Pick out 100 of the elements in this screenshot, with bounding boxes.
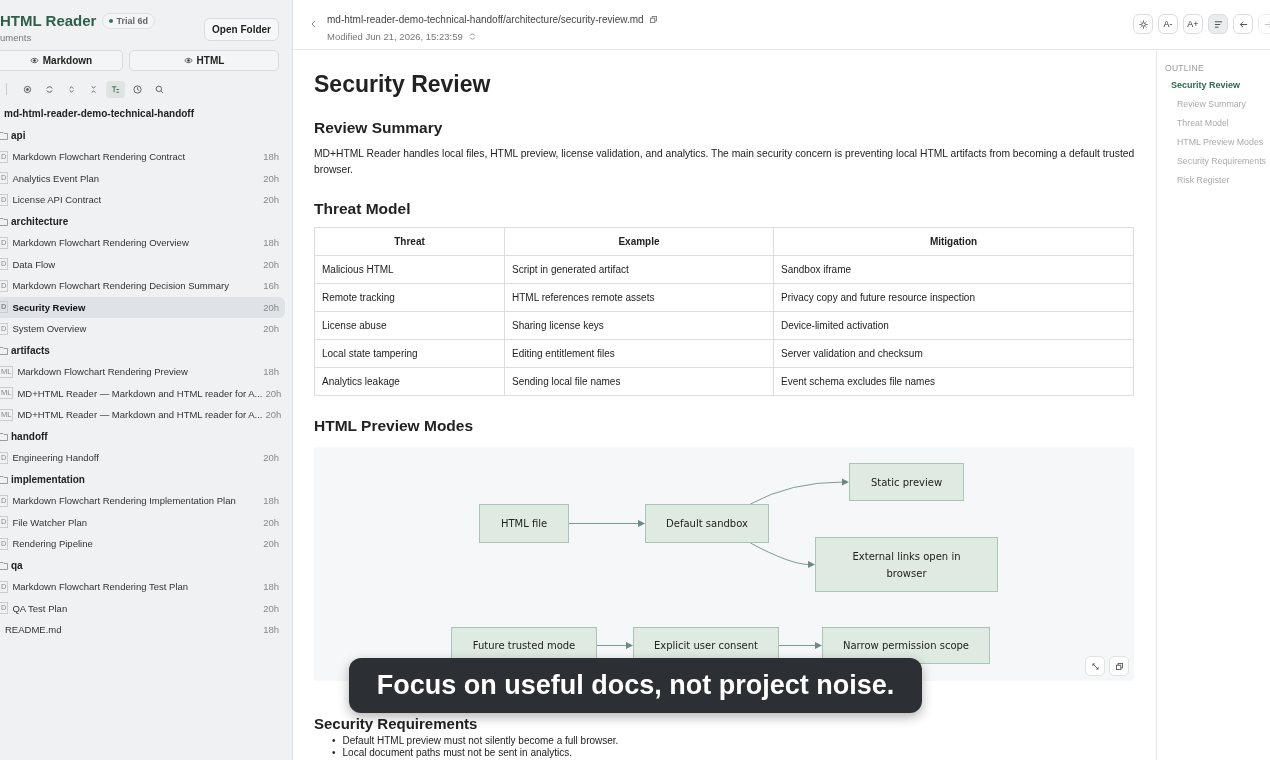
font-size-button[interactable]: A+ xyxy=(1183,14,1203,34)
fullscreen-button[interactable] xyxy=(1085,656,1105,676)
table-cell: Analytics leakage xyxy=(314,367,505,396)
modified-time: Modified Jun 21, 2026, 15:23:59 xyxy=(327,31,463,42)
section-heading: Security Requirements xyxy=(314,715,479,732)
sun-icon xyxy=(1138,19,1148,29)
table-cell: Sandbox iframe xyxy=(773,255,1134,284)
subtitle: uments xyxy=(0,32,33,43)
table-cell: Malicious HTML xyxy=(314,255,505,284)
outline-title: OUTLINE xyxy=(1165,63,1205,73)
list-item: Local document paths must not be sent in analytics. xyxy=(342,746,573,758)
file-name: Markdown Flowchart Rendering Decision Summary xyxy=(12,280,230,292)
file-name: Engineering Handoff xyxy=(12,452,100,464)
file-age: 20h xyxy=(263,301,279,313)
table-cell: Device-limited activation xyxy=(773,311,1134,340)
flow-node: Default sandbox xyxy=(645,504,769,543)
outline-button[interactable] xyxy=(1208,14,1228,34)
column-header: Mitigation xyxy=(773,227,1134,256)
file-name: QA Test Plan xyxy=(12,602,69,614)
file-age: 20h xyxy=(263,452,279,464)
flow-node: Static preview xyxy=(849,463,964,501)
theme-button[interactable] xyxy=(1133,14,1153,34)
folder-name[interactable]: artifacts xyxy=(11,344,50,356)
file-age: 20h xyxy=(265,409,282,421)
file-name: Analytics Event Plan xyxy=(12,172,101,184)
folder-name[interactable]: handoff xyxy=(11,430,48,442)
tree-root[interactable]: md-html-reader-demo-technical-handoff xyxy=(0,103,285,125)
arrow-left-icon xyxy=(1238,19,1248,29)
folder-icon xyxy=(0,474,8,484)
folder-icon xyxy=(0,431,8,441)
document-title: Security Review xyxy=(314,71,492,98)
app-title: HTML Reader xyxy=(0,12,97,29)
table-cell: License abuse xyxy=(314,311,505,340)
arrow-right-icon xyxy=(1263,19,1270,29)
eye-icon xyxy=(29,57,39,64)
file-name: Markdown Flowchart Rendering Contract xyxy=(12,151,187,163)
table-cell: Local state tampering xyxy=(314,339,505,368)
file-name: MD+HTML Reader — Markdown and HTML reader for A... xyxy=(17,409,263,421)
table-cell: HTML references remote assets xyxy=(504,283,774,312)
table-cell: Privacy copy and future resource inspection xyxy=(773,283,1134,312)
table-cell: Script in generated artifact xyxy=(504,255,774,284)
chevron-left-icon[interactable] xyxy=(311,20,316,28)
file-age: 20h xyxy=(263,538,279,550)
file-item[interactable]: README.md 18h xyxy=(0,619,285,641)
file-name: Rendering Pipeline xyxy=(12,538,94,550)
paragraph: MD+HTML Reader handles local files, HTML preview, license validation, and analytics. The main security concern is preventing local HTML artifacts from becoming a default trusted browser. xyxy=(314,147,1136,177)
file-name: License API Contract xyxy=(12,194,103,206)
file-age: 18h xyxy=(263,237,279,249)
titles-tool-icon[interactable] xyxy=(106,80,125,98)
bullet: • xyxy=(332,735,336,747)
table-cell: Server validation and checksum xyxy=(773,339,1134,368)
folder-name[interactable]: qa xyxy=(11,559,23,571)
section-heading: Threat Model xyxy=(314,200,412,218)
file-name: Data Flow xyxy=(12,258,57,270)
column-header: Threat xyxy=(314,227,505,256)
folder-name[interactable]: implementation xyxy=(11,473,85,485)
file-age: 16h xyxy=(263,280,279,292)
section-heading: Review Summary xyxy=(314,119,444,137)
copy-icon[interactable] xyxy=(649,16,657,23)
diagonal-arrow-icon xyxy=(1091,662,1099,670)
file-age: 18h xyxy=(263,624,279,636)
folder-name[interactable]: api xyxy=(11,129,26,141)
file-age: 20h xyxy=(263,172,279,184)
file-name: System Overview xyxy=(12,323,88,335)
flow-arrow xyxy=(749,542,815,568)
view-mode-button[interactable]: HTML xyxy=(129,50,279,71)
outline-item[interactable]: Security Review xyxy=(1165,80,1270,99)
open-folder-button[interactable]: Open Folder xyxy=(204,18,279,41)
font-size-button[interactable]: A- xyxy=(1158,14,1178,34)
file-age: 20h xyxy=(263,602,279,614)
file-name: File Watcher Plan xyxy=(12,516,89,528)
file-age: 20h xyxy=(263,323,279,335)
eye-icon xyxy=(183,57,193,64)
trial-badge: Trial 6d xyxy=(102,12,155,29)
back-button[interactable] xyxy=(1233,14,1253,34)
file-name: README.md xyxy=(5,624,63,636)
view-mode-button[interactable]: Markdown xyxy=(0,50,123,71)
flow-node: HTML file xyxy=(479,504,569,543)
section-heading: HTML Preview Modes xyxy=(314,417,475,435)
flow-node: Narrow permission scope xyxy=(822,627,990,664)
folder-name[interactable]: architecture xyxy=(11,215,69,227)
file-name: Security Review xyxy=(12,301,87,313)
file-name: MD+HTML Reader — Markdown and HTML reader for A... xyxy=(17,387,263,399)
file-age: 18h xyxy=(263,366,279,378)
folder-icon xyxy=(0,345,8,355)
copy-button[interactable] xyxy=(1109,656,1129,676)
file-age: 20h xyxy=(265,387,282,399)
folder-icon xyxy=(0,130,8,140)
flow-arrow xyxy=(596,642,633,649)
table-cell: Event schema excludes file names xyxy=(773,367,1134,396)
file-path: md-html-reader-demo-technical-handoff/architecture/security-review.md xyxy=(327,14,644,25)
list-item: Default HTML preview must not silently become a full browser. xyxy=(342,735,619,747)
file-name: Markdown Flowchart Rendering Preview xyxy=(17,366,189,378)
bullet: • xyxy=(332,746,336,758)
lines-icon xyxy=(1213,19,1223,29)
file-age: 20h xyxy=(263,258,279,270)
caption-banner: Focus on useful docs, not project noise. xyxy=(349,658,922,713)
refresh-icon[interactable] xyxy=(468,33,476,40)
table-cell: Remote tracking xyxy=(314,283,505,312)
file-name: Markdown Flowchart Rendering Overview xyxy=(12,237,190,249)
